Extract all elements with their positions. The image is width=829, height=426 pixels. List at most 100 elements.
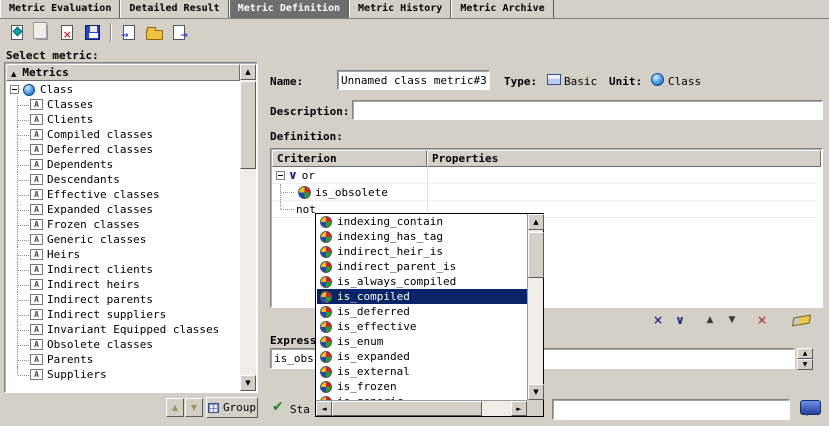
tree-scrollbar[interactable] <box>240 64 256 391</box>
and-criterion-button[interactable]: × <box>648 311 668 329</box>
criterion-column-header[interactable]: Criterion <box>272 150 427 167</box>
expression-scroll-up-icon[interactable]: ▲ <box>797 348 813 359</box>
scroll-up-icon[interactable] <box>240 64 256 80</box>
tree-item[interactable]: Indirect parents <box>6 292 240 307</box>
criterion-row-label: or <box>302 169 315 182</box>
dropdown-item-label: indirect_heir_is <box>337 245 443 258</box>
tree-item[interactable]: Dependents <box>6 157 240 172</box>
tree-item[interactable]: Indirect clients <box>6 262 240 277</box>
tree-item-label: Generic classes <box>47 233 146 246</box>
tree-item[interactable]: Parents <box>6 352 240 367</box>
properties-column-header[interactable]: Properties <box>427 150 821 167</box>
scroll-up-icon[interactable] <box>528 214 544 230</box>
tree-connector <box>13 352 30 367</box>
dropdown-item[interactable]: indirect_heir_is <box>317 244 527 259</box>
tree-item[interactable]: Obsolete classes <box>6 337 240 352</box>
criterion-row-or[interactable]: or <box>272 167 821 184</box>
tree-item[interactable]: Heirs <box>6 247 240 262</box>
collapse-expander-icon[interactable] <box>10 85 19 94</box>
tree-item[interactable]: Effective classes <box>6 187 240 202</box>
tree-item-class-root[interactable]: Class <box>6 82 240 97</box>
tree-item-label: Indirect clients <box>47 263 153 276</box>
collapse-expander-icon[interactable] <box>276 171 285 180</box>
tree-item[interactable]: Compiled classes <box>6 127 240 142</box>
dropdown-horizontal-scrollbar[interactable] <box>316 400 527 416</box>
metrics-column-header[interactable]: Metrics <box>6 64 240 81</box>
dropdown-item[interactable]: is_frozen <box>317 379 527 394</box>
scroll-down-icon[interactable] <box>240 375 256 391</box>
metric-icon <box>30 279 43 290</box>
metric-tool-window: Metric Evaluation Detailed Result Metric… <box>0 0 829 426</box>
unit-label: Unit: <box>609 75 642 88</box>
metric-icon <box>30 234 43 245</box>
dropdown-item[interactable]: indexing_has_tag <box>317 229 527 244</box>
criterion-row-is-obsolete[interactable]: is_obsolete <box>272 184 821 201</box>
tree-scrollbar-thumb[interactable] <box>240 81 256 169</box>
tree-item[interactable]: Suppliers <box>6 367 240 382</box>
criterion-icon <box>320 246 332 258</box>
dropdown-item[interactable]: indexing_contain <box>317 214 527 229</box>
criterion-icon <box>320 381 332 393</box>
tab-metric-definition[interactable]: Metric Definition <box>229 0 349 18</box>
tree-item-label: Parents <box>47 353 93 366</box>
move-metric-up-button[interactable]: ▲ <box>166 398 184 417</box>
dropdown-item[interactable]: is_expanded <box>317 349 527 364</box>
dropdown-item-label: is_expanded <box>337 350 410 363</box>
tree-item[interactable]: Invariant Equipped classes <box>6 322 240 337</box>
import-metrics-button[interactable]: → <box>117 21 141 44</box>
scrollbar-corner <box>527 400 543 416</box>
copy-metric-button[interactable] <box>30 21 54 44</box>
tree-item[interactable]: Clients <box>6 112 240 127</box>
tree-item-label: Dependents <box>47 158 113 171</box>
scroll-right-icon[interactable] <box>511 401 527 416</box>
class-unit-icon <box>23 84 35 96</box>
dropdown-item[interactable]: is_enum <box>317 334 527 349</box>
tree-item[interactable]: Descendants <box>6 172 240 187</box>
tree-item-label: Suppliers <box>47 368 107 381</box>
tree-item[interactable]: Indirect heirs <box>6 277 240 292</box>
or-criterion-button[interactable]: ∨ <box>670 311 690 329</box>
move-criterion-up-button[interactable]: ▲ <box>700 311 720 329</box>
move-criterion-down-button[interactable]: ▼ <box>722 311 742 329</box>
criterion-row-label: not <box>296 203 316 216</box>
comment-icon[interactable] <box>800 400 821 415</box>
group-toggle-button[interactable]: Group <box>206 397 258 418</box>
scroll-down-icon[interactable] <box>528 384 544 400</box>
wipe-out-button[interactable] <box>788 311 814 329</box>
dropdown-item[interactable]: is_compiled <box>317 289 527 304</box>
dropdown-item[interactable]: is_external <box>317 364 527 379</box>
dropdown-item[interactable]: is_always_compiled <box>317 274 527 289</box>
dropdown-item-label: is_compiled <box>337 290 410 303</box>
tab-metric-archive[interactable]: Metric Archive <box>451 0 553 18</box>
new-metric-button[interactable] <box>5 21 29 44</box>
expression-scroll-down-icon[interactable]: ▼ <box>797 359 813 370</box>
save-metric-button[interactable] <box>80 21 104 44</box>
criterion-icon <box>320 351 332 363</box>
dropdown-item[interactable]: is_effective <box>317 319 527 334</box>
dropdown-vertical-scrollbar[interactable] <box>527 214 543 400</box>
dropdown-hscrollbar-thumb[interactable] <box>332 401 482 416</box>
tree-item[interactable]: Frozen classes <box>6 217 240 232</box>
open-metrics-button[interactable] <box>142 21 166 44</box>
dropdown-item[interactable]: indirect_parent_is <box>317 259 527 274</box>
tree-item[interactable]: Generic classes <box>6 232 240 247</box>
name-input[interactable] <box>337 70 490 90</box>
dropdown-scrollbar-thumb[interactable] <box>528 232 544 278</box>
class-unit-icon <box>651 73 664 86</box>
export-metrics-button[interactable]: → <box>167 21 191 44</box>
delete-criterion-button[interactable]: × <box>752 311 772 329</box>
move-metric-down-button[interactable]: ▼ <box>185 398 203 417</box>
tree-item[interactable]: Deferred classes <box>6 142 240 157</box>
dropdown-item[interactable]: is_deferred <box>317 304 527 319</box>
tree-item[interactable]: Expanded classes <box>6 202 240 217</box>
tree-item[interactable]: Indirect suppliers <box>6 307 240 322</box>
tree-item[interactable]: Classes <box>6 97 240 112</box>
status-detail-input[interactable] <box>552 399 790 420</box>
or-operator-icon <box>288 170 298 181</box>
tab-metric-evaluation[interactable]: Metric Evaluation <box>0 0 120 18</box>
tab-detailed-result[interactable]: Detailed Result <box>120 0 228 18</box>
delete-metric-button[interactable]: × <box>55 21 79 44</box>
tab-metric-history[interactable]: Metric History <box>349 0 451 18</box>
scroll-left-icon[interactable] <box>316 401 332 416</box>
description-input[interactable] <box>352 100 823 120</box>
